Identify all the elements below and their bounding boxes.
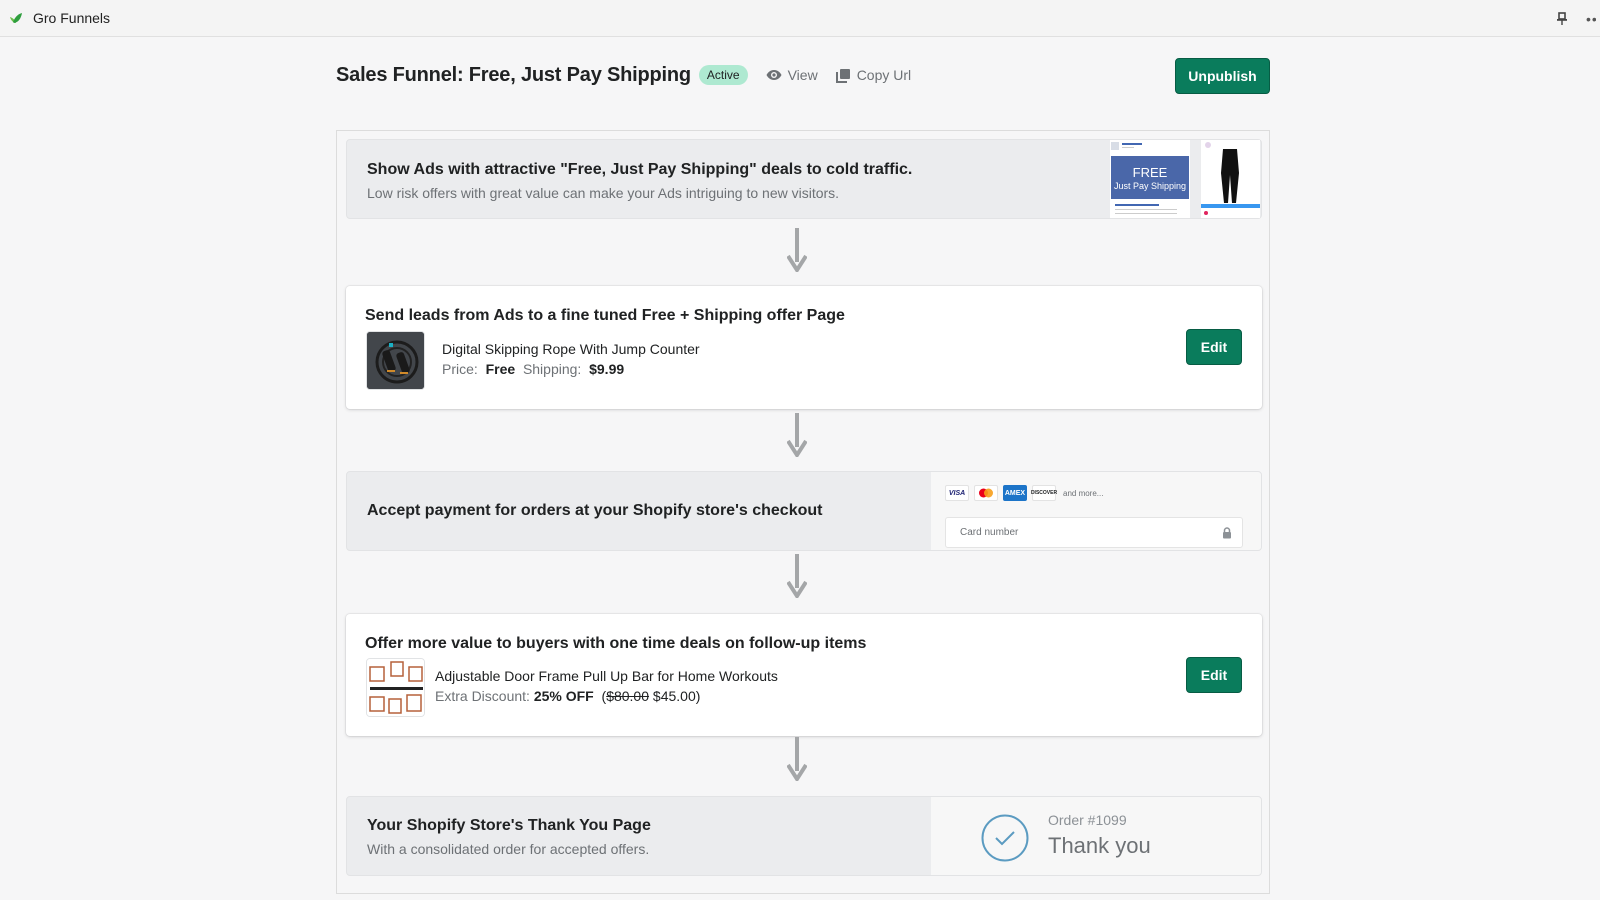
copy-url-link[interactable]: Copy Url xyxy=(835,67,912,83)
copy-url-label: Copy Url xyxy=(856,67,912,83)
app-title: Gro Funnels xyxy=(33,10,111,26)
discount-label: Extra Discount: xyxy=(435,688,530,704)
new-price: $45.00 xyxy=(652,688,696,704)
offer-product-pricing: Price: Free Shipping: $9.99 xyxy=(442,361,624,377)
price-label: Price: xyxy=(442,361,478,377)
copy-icon xyxy=(835,68,850,83)
amex-icon: AMEX xyxy=(1003,485,1027,501)
order-number: Order #1099 xyxy=(1048,812,1127,828)
upsell-product-name: Adjustable Door Frame Pull Up Bar for Ho… xyxy=(435,668,778,684)
discount-value: 25% OFF xyxy=(533,688,594,704)
step-offer-page: Send leads from Ads to a fine tuned Free… xyxy=(346,286,1262,409)
page-header: Sales Funnel: Free, Just Pay Shipping Ac… xyxy=(336,57,1270,94)
step-checkout-title: Accept payment for orders at your Shopif… xyxy=(367,502,823,519)
step-checkout: Accept payment for orders at your Shopif… xyxy=(346,471,1262,551)
more-icon[interactable]: •• xyxy=(1586,11,1596,27)
leaf-icon xyxy=(9,11,23,25)
thank-you-preview: Order #1099 Thank you xyxy=(931,797,1261,875)
card-logos: VISA AMEX DISCOVER and more... xyxy=(945,485,1103,501)
upsell-product-pricing: Extra Discount: 25% OFF ($80.00 $45.00) xyxy=(435,688,701,704)
ad-shipping-text: Just Pay Shipping xyxy=(1113,181,1187,191)
price-value: Free xyxy=(485,361,516,377)
card-number-placeholder: Card number xyxy=(960,527,1019,538)
step-offer-title: Send leads from Ads to a fine tuned Free… xyxy=(365,307,845,324)
arrow-down-icon xyxy=(787,228,807,272)
unpublish-button[interactable]: Unpublish xyxy=(1175,58,1270,94)
step-thankyou-title: Your Shopify Store's Thank You Page xyxy=(367,817,651,834)
thank-you-text: Thank you xyxy=(1048,833,1151,858)
pin-icon[interactable] xyxy=(1554,11,1570,27)
old-price: $80.00 xyxy=(606,688,650,704)
check-circle-icon xyxy=(981,814,1029,867)
status-badge: Active xyxy=(698,65,748,85)
payment-preview: VISA AMEX DISCOVER and more... Card numb… xyxy=(931,472,1261,550)
edit-upsell-button[interactable]: Edit xyxy=(1186,657,1242,693)
step-thank-you: Your Shopify Store's Thank You Page With… xyxy=(346,796,1262,876)
step-upsell: Offer more value to buyers with one time… xyxy=(346,614,1262,736)
card-number-field: Card number xyxy=(945,517,1243,548)
shipping-value: $9.99 xyxy=(589,361,625,377)
step-thankyou-subtitle: With a consolidated order for accepted o… xyxy=(367,841,650,857)
eye-icon xyxy=(766,70,782,80)
page-title: Sales Funnel: Free, Just Pay Shipping xyxy=(336,63,691,86)
funnel-steps: Show Ads with attractive "Free, Just Pay… xyxy=(336,130,1270,894)
step-ads-subtitle: Low risk offers with great value can mak… xyxy=(367,185,840,201)
view-label: View xyxy=(787,67,818,83)
facebook-ad-preview: FREE Just Pay Shipping xyxy=(1110,140,1190,218)
ad-free-text: FREE xyxy=(1132,165,1168,180)
and-more-text: and more... xyxy=(1063,488,1104,498)
step-ads: Show Ads with attractive "Free, Just Pay… xyxy=(346,139,1262,219)
step-upsell-title: Offer more value to buyers with one time… xyxy=(365,635,867,652)
arrow-down-icon xyxy=(787,737,807,781)
offer-product-name: Digital Skipping Rope With Jump Counter xyxy=(442,341,700,357)
product-image-skipping-rope xyxy=(366,331,425,390)
lock-icon xyxy=(1222,527,1232,542)
arrow-down-icon xyxy=(787,413,807,457)
edit-offer-button[interactable]: Edit xyxy=(1186,329,1242,365)
instagram-ad-preview xyxy=(1201,140,1260,218)
mastercard-icon xyxy=(974,485,998,501)
visa-icon: VISA xyxy=(945,485,969,501)
app-bar: Gro Funnels •• xyxy=(0,0,1600,37)
view-link[interactable]: View xyxy=(766,67,818,83)
arrow-down-icon xyxy=(787,554,807,598)
shipping-label: Shipping: xyxy=(522,361,582,377)
discover-icon: DISCOVER xyxy=(1031,485,1057,501)
step-ads-title: Show Ads with attractive "Free, Just Pay… xyxy=(367,161,913,178)
product-image-pull-up-bar xyxy=(366,658,425,717)
